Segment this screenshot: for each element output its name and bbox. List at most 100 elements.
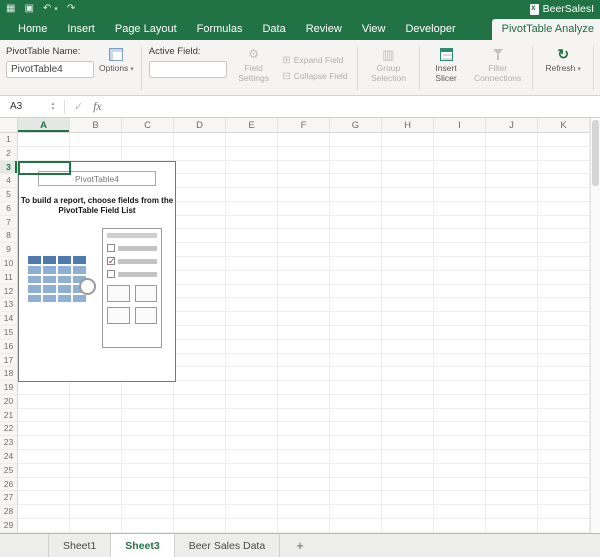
column-header-A[interactable]: A <box>18 118 70 132</box>
cell-J12[interactable] <box>486 284 538 299</box>
cell-H19[interactable] <box>382 381 434 395</box>
sheet-tab-sheet3[interactable]: Sheet3 <box>111 534 175 557</box>
cell-B29[interactable] <box>70 518 122 533</box>
cell-A25[interactable] <box>18 463 70 478</box>
cell-H23[interactable] <box>382 436 434 450</box>
row-header-1[interactable]: 1 <box>0 133 18 147</box>
cell-K13[interactable] <box>538 298 590 313</box>
cell-G14[interactable] <box>330 312 382 326</box>
ribbon-tab-home[interactable]: Home <box>8 19 57 40</box>
cell-F25[interactable] <box>278 463 330 478</box>
cell-F28[interactable] <box>278 505 330 519</box>
cell-D24[interactable] <box>174 449 226 464</box>
row-header-22[interactable]: 22 <box>0 422 18 437</box>
cell-D21[interactable] <box>174 408 226 423</box>
cell-F27[interactable] <box>278 491 330 506</box>
cell-G20[interactable] <box>330 394 382 409</box>
cell-G27[interactable] <box>330 491 382 506</box>
cell-H1[interactable] <box>382 133 434 147</box>
cell-E26[interactable] <box>226 477 278 492</box>
cell-G19[interactable] <box>330 381 382 395</box>
cell-E12[interactable] <box>226 284 278 299</box>
cell-J27[interactable] <box>486 491 538 506</box>
row-header-17[interactable]: 17 <box>0 353 18 368</box>
cell-E23[interactable] <box>226 436 278 450</box>
cell-F18[interactable] <box>278 367 330 382</box>
cell-E6[interactable] <box>226 201 278 216</box>
cell-A1[interactable] <box>18 133 70 147</box>
row-header-13[interactable]: 13 <box>0 298 18 313</box>
cell-A2[interactable] <box>18 146 70 161</box>
cell-F23[interactable] <box>278 436 330 450</box>
cell-I29[interactable] <box>434 518 486 533</box>
cell-C20[interactable] <box>122 394 174 409</box>
row-header-24[interactable]: 24 <box>0 449 18 464</box>
column-header-D[interactable]: D <box>174 118 226 132</box>
cell-A27[interactable] <box>18 491 70 506</box>
cell-H28[interactable] <box>382 505 434 519</box>
cell-I3[interactable] <box>434 160 486 175</box>
cell-C28[interactable] <box>122 505 174 519</box>
cell-K1[interactable] <box>538 133 590 147</box>
cell-K4[interactable] <box>538 174 590 189</box>
cell-E17[interactable] <box>226 353 278 368</box>
cell-D2[interactable] <box>174 146 226 161</box>
cell-C2[interactable] <box>122 146 174 161</box>
cell-K20[interactable] <box>538 394 590 409</box>
row-header-6[interactable]: 6 <box>0 201 18 216</box>
cell-B21[interactable] <box>70 408 122 423</box>
cell-E11[interactable] <box>226 270 278 285</box>
cell-H11[interactable] <box>382 270 434 285</box>
cell-C1[interactable] <box>122 133 174 147</box>
row-header-8[interactable]: 8 <box>0 229 18 244</box>
cell-E19[interactable] <box>226 381 278 395</box>
ribbon-tab-page-layout[interactable]: Page Layout <box>105 19 187 40</box>
cell-D8[interactable] <box>174 229 226 244</box>
cell-H3[interactable] <box>382 160 434 175</box>
cell-D1[interactable] <box>174 133 226 147</box>
cell-K23[interactable] <box>538 436 590 450</box>
cell-G8[interactable] <box>330 229 382 244</box>
cell-I15[interactable] <box>434 325 486 340</box>
cell-B22[interactable] <box>70 422 122 437</box>
cell-J16[interactable] <box>486 339 538 354</box>
cell-G16[interactable] <box>330 339 382 354</box>
cell-G23[interactable] <box>330 436 382 450</box>
column-header-F[interactable]: F <box>278 118 330 132</box>
cell-F22[interactable] <box>278 422 330 437</box>
cell-D22[interactable] <box>174 422 226 437</box>
row-header-21[interactable]: 21 <box>0 408 18 423</box>
cell-G21[interactable] <box>330 408 382 423</box>
row-header-4[interactable]: 4 <box>0 174 18 189</box>
cell-C25[interactable] <box>122 463 174 478</box>
cell-K11[interactable] <box>538 270 590 285</box>
cell-J15[interactable] <box>486 325 538 340</box>
cell-B28[interactable] <box>70 505 122 519</box>
cell-B25[interactable] <box>70 463 122 478</box>
formula-input[interactable] <box>107 96 600 117</box>
row-header-26[interactable]: 26 <box>0 477 18 492</box>
row-header-15[interactable]: 15 <box>0 325 18 340</box>
cell-H24[interactable] <box>382 449 434 464</box>
sheet-tab-sheet1[interactable]: Sheet1 <box>48 534 112 557</box>
row-header-19[interactable]: 19 <box>0 381 18 395</box>
cell-K18[interactable] <box>538 367 590 382</box>
cell-F10[interactable] <box>278 257 330 271</box>
cell-E2[interactable] <box>226 146 278 161</box>
ribbon-tab-formulas[interactable]: Formulas <box>187 19 253 40</box>
column-header-K[interactable]: K <box>538 118 590 132</box>
cell-F9[interactable] <box>278 243 330 258</box>
cell-D14[interactable] <box>174 312 226 326</box>
cell-H27[interactable] <box>382 491 434 506</box>
row-header-11[interactable]: 11 <box>0 270 18 285</box>
cell-G18[interactable] <box>330 367 382 382</box>
field-settings-button[interactable]: ⚙ Field Settings <box>232 43 276 93</box>
cell-K21[interactable] <box>538 408 590 423</box>
cell-E20[interactable] <box>226 394 278 409</box>
cell-F3[interactable] <box>278 160 330 175</box>
cell-A28[interactable] <box>18 505 70 519</box>
cell-I2[interactable] <box>434 146 486 161</box>
cell-E13[interactable] <box>226 298 278 313</box>
vertical-scrollbar[interactable] <box>590 118 600 533</box>
cell-G13[interactable] <box>330 298 382 313</box>
